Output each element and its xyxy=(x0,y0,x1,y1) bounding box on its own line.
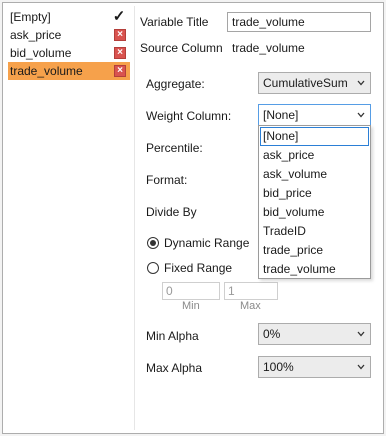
max-alpha-select[interactable]: 100% xyxy=(258,356,371,378)
dropdown-option[interactable]: trade_volume xyxy=(260,260,369,279)
checkmark-icon[interactable]: ✓ xyxy=(112,8,126,26)
remove-icon[interactable]: × xyxy=(114,65,126,77)
dropdown-option[interactable]: bid_price xyxy=(260,184,369,203)
list-item-empty[interactable]: [Empty] ✓ xyxy=(8,8,130,26)
aggregate-label: Aggregate: xyxy=(146,77,205,91)
dropdown-option[interactable]: ask_volume xyxy=(260,165,369,184)
max-alpha-label: Max Alpha xyxy=(146,361,203,375)
aggregate-select-value: CumulativeSum xyxy=(263,76,348,90)
list-item-ask-price[interactable]: ask_price × xyxy=(8,26,130,44)
list-item-label: ask_price xyxy=(10,28,62,42)
source-column-value: trade_volume xyxy=(232,41,305,55)
remove-icon[interactable]: × xyxy=(114,29,126,41)
fixed-range-label[interactable]: Fixed Range xyxy=(164,261,232,275)
min-alpha-label: Min Alpha xyxy=(146,329,199,343)
weight-column-dropdown: [None] ask_price ask_volume bid_price bi… xyxy=(258,125,371,279)
weight-column-select-value: [None] xyxy=(263,108,299,122)
list-item-bid-volume[interactable]: bid_volume × xyxy=(8,44,130,62)
range-max-input[interactable]: 1 xyxy=(224,282,278,300)
aggregate-select[interactable]: CumulativeSum xyxy=(258,72,371,94)
percentile-label: Percentile: xyxy=(146,141,203,155)
dropdown-option[interactable]: bid_volume xyxy=(260,203,369,222)
chevron-down-icon xyxy=(357,364,365,370)
dropdown-option[interactable]: [None] xyxy=(260,127,369,146)
variable-list: [Empty] ✓ ask_price × bid_volume × trade… xyxy=(8,8,130,80)
list-item-label: [Empty] xyxy=(10,10,51,24)
range-min-input[interactable]: 0 xyxy=(162,282,220,300)
remove-icon[interactable]: × xyxy=(114,47,126,59)
list-item-trade-volume[interactable]: trade_volume × xyxy=(8,62,130,80)
format-label: Format: xyxy=(146,173,188,187)
dropdown-option[interactable]: TradeID xyxy=(260,222,369,241)
dropdown-option[interactable]: trade_price xyxy=(260,241,369,260)
dynamic-range-radio[interactable] xyxy=(147,237,159,249)
panel-divider xyxy=(134,6,135,430)
dropdown-option[interactable]: ask_price xyxy=(260,146,369,165)
list-item-label: bid_volume xyxy=(10,46,72,60)
chevron-down-icon xyxy=(357,80,365,86)
list-item-label: trade_volume xyxy=(10,64,83,78)
source-column-label: Source Column xyxy=(140,41,223,55)
variable-title-label: Variable Title xyxy=(140,15,209,29)
range-max-label: Max xyxy=(240,300,261,312)
chevron-down-icon xyxy=(357,112,365,118)
weight-column-label: Weight Column: xyxy=(146,109,232,123)
chevron-down-icon xyxy=(357,331,365,337)
min-alpha-select[interactable]: 0% xyxy=(258,323,371,345)
range-min-label: Min xyxy=(182,300,200,312)
min-alpha-select-value: 0% xyxy=(263,327,281,341)
max-alpha-select-value: 100% xyxy=(263,360,294,374)
weight-column-select[interactable]: [None] xyxy=(258,104,371,126)
divide-by-label: Divide By xyxy=(146,205,197,219)
dynamic-range-label[interactable]: Dynamic Range xyxy=(164,236,249,250)
fixed-range-radio[interactable] xyxy=(147,262,159,274)
variable-title-input[interactable]: trade_volume xyxy=(227,12,371,32)
